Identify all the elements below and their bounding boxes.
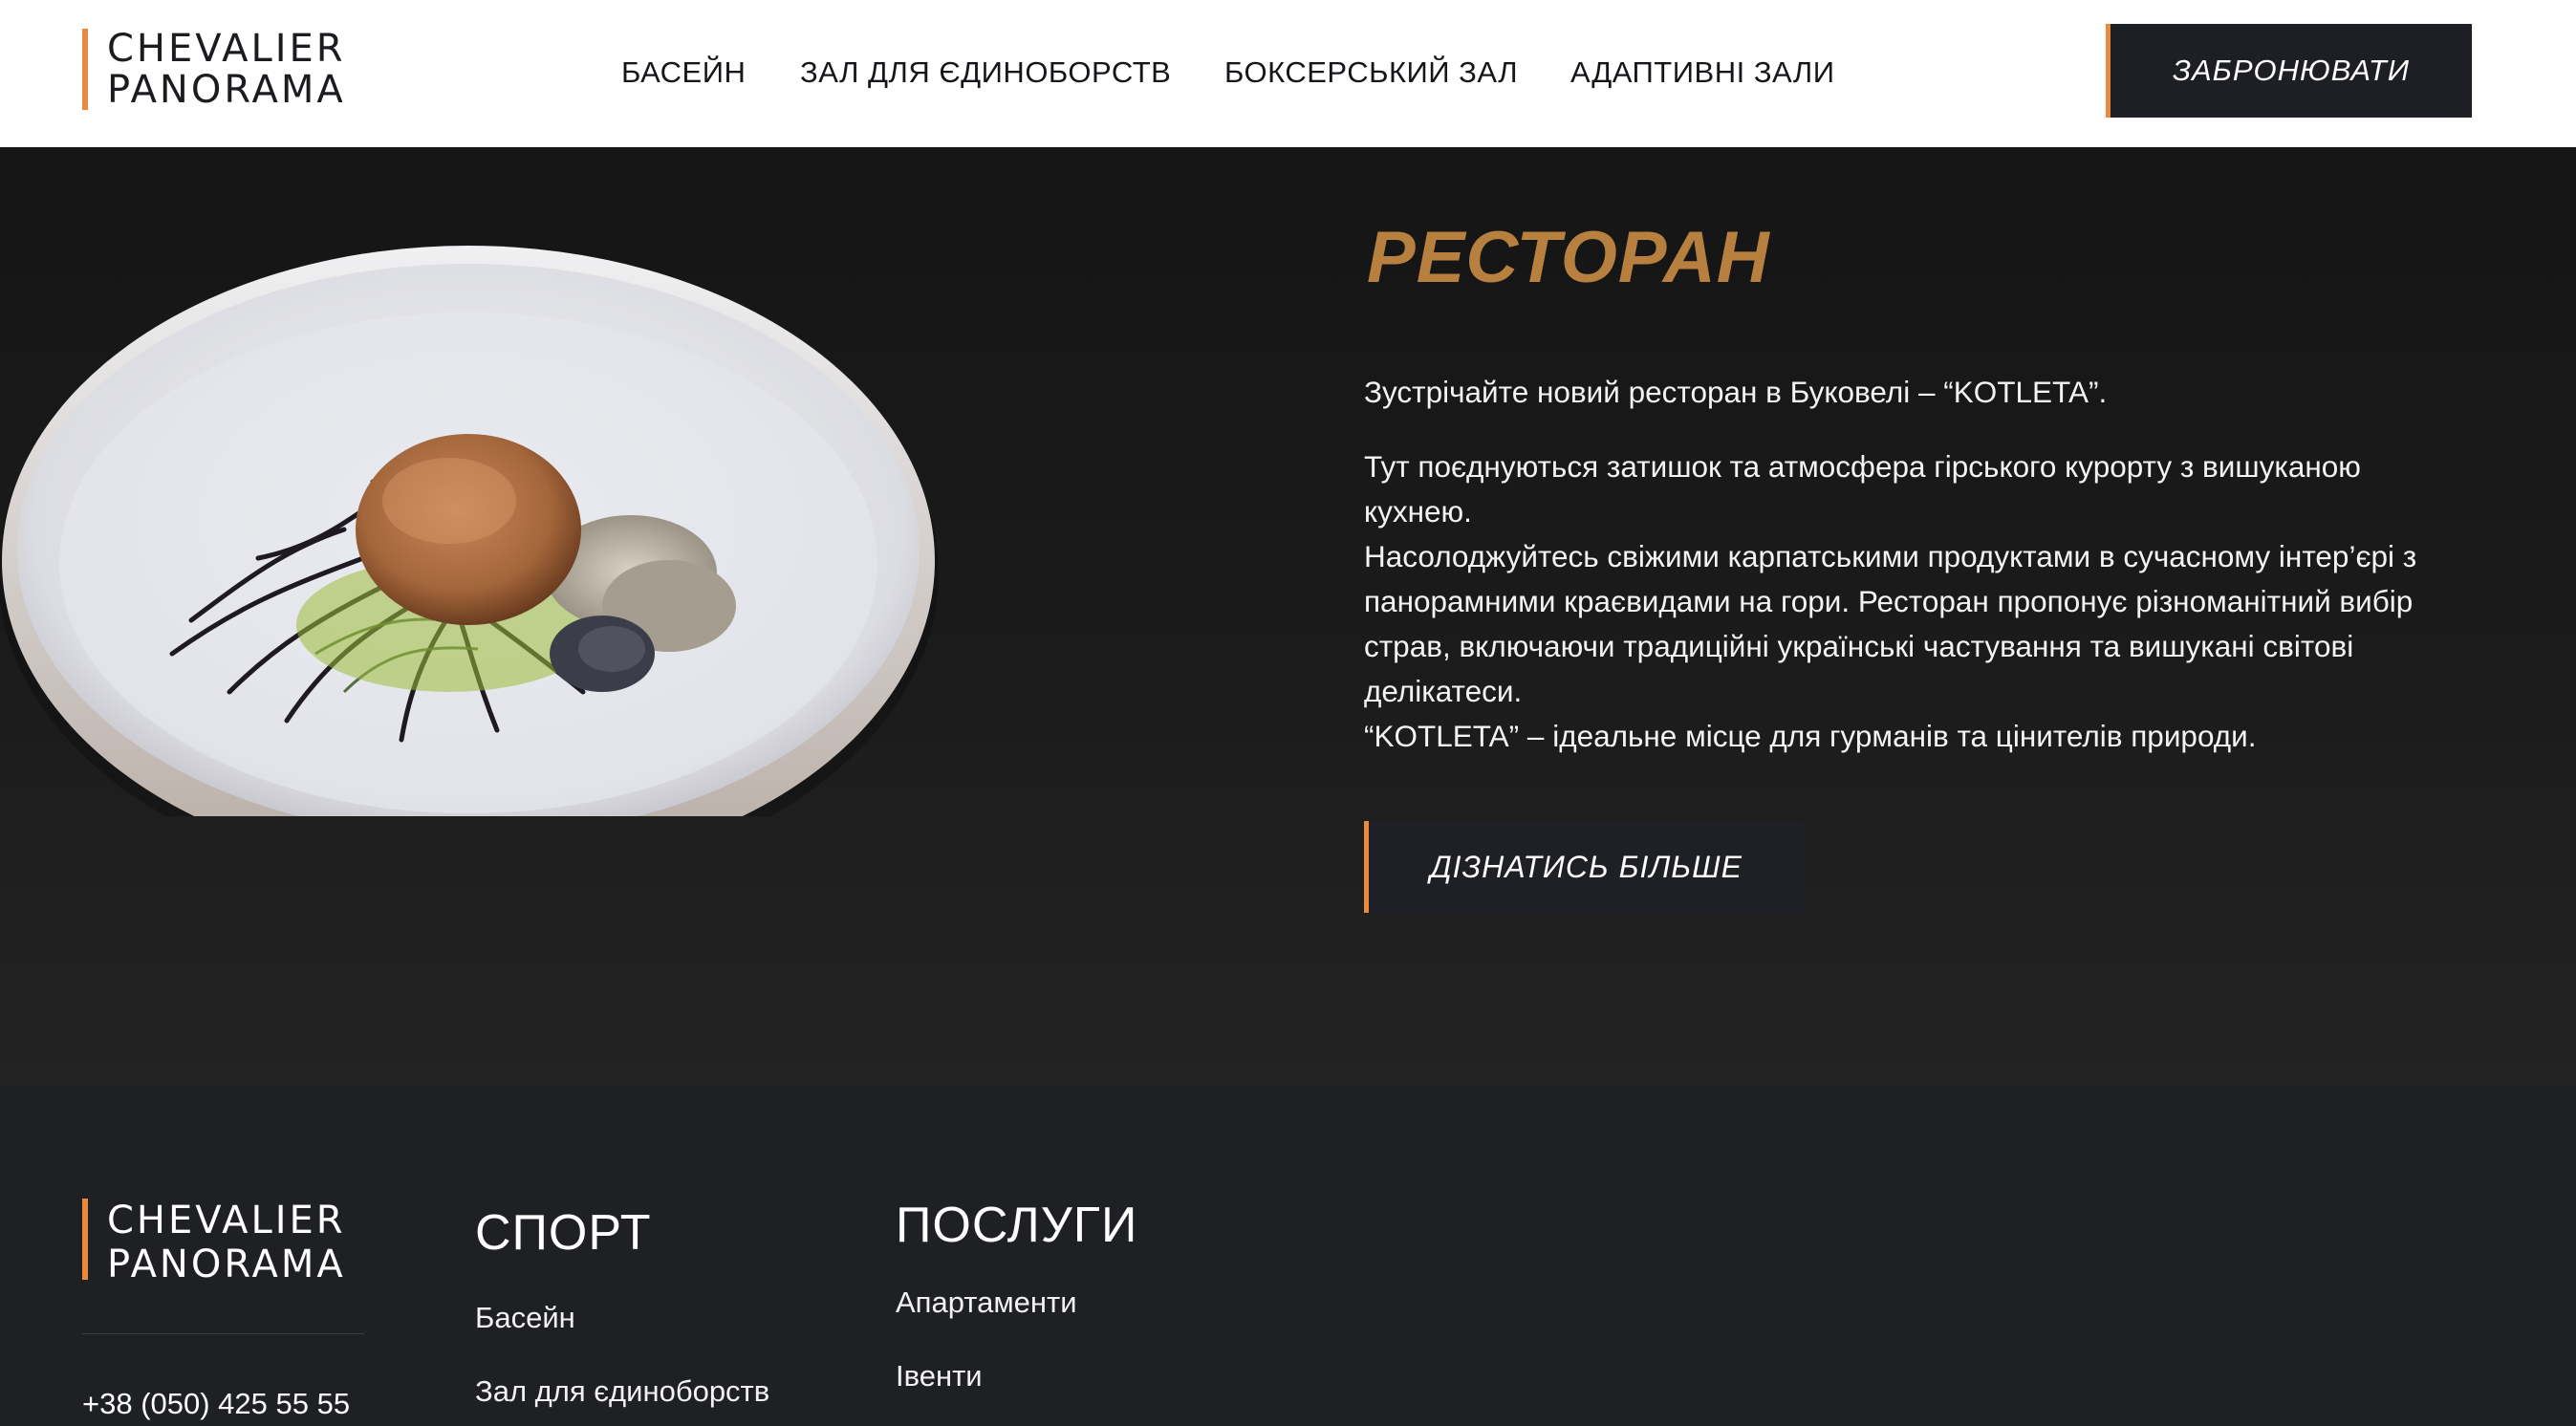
header-logo[interactable]: CHEVALIER PANORAMA bbox=[82, 27, 346, 112]
logo-line-1: CHEVALIER bbox=[107, 27, 346, 71]
dish-image bbox=[0, 246, 939, 816]
description-line: Тут поєднуються затишок та атмосфера гір… bbox=[1364, 449, 2361, 529]
section-description: Зустрічайте новий ресторан в Буковелі – … bbox=[1364, 370, 2454, 759]
footer-link-apartments[interactable]: Апартаменти bbox=[896, 1286, 1077, 1320]
intro-paragraph: Зустрічайте новий ресторан в Буковелі – … bbox=[1364, 375, 2108, 409]
footer-logo[interactable]: CHEVALIER PANORAMA bbox=[82, 1199, 346, 1286]
section-title: РЕСТОРАН bbox=[1367, 217, 1770, 298]
logo-line-2: PANORAMA bbox=[107, 68, 346, 112]
footer-logo-line-2: PANORAMA bbox=[107, 1242, 346, 1286]
footer-services-title: ПОСЛУГИ bbox=[896, 1198, 1138, 1253]
restaurant-section: РЕСТОРАН Зустрічайте новий ресторан в Бу… bbox=[0, 147, 2576, 1086]
footer-link-events[interactable]: Івенти bbox=[896, 1359, 983, 1394]
footer-logo-line-1: CHEVALIER bbox=[107, 1199, 346, 1242]
footer-divider bbox=[82, 1333, 364, 1334]
footer-phone-link[interactable]: +38 (050) 425 55 55 bbox=[82, 1387, 350, 1421]
footer-sport-title: СПОРТ bbox=[475, 1205, 652, 1261]
footer-link-martial-arts-hall[interactable]: Зал для єдиноборств bbox=[475, 1374, 769, 1409]
nav-item-adaptive-halls[interactable]: АДАПТИВНІ ЗАЛИ bbox=[1570, 52, 1835, 94]
description-line: “KOTLETA” – ідеальне місце для гурманів … bbox=[1364, 719, 2257, 753]
description-line: Насолоджуйтесь свіжими карпатськими прод… bbox=[1364, 539, 2417, 708]
site-footer: CHEVALIER PANORAMA +38 (050) 425 55 55 С… bbox=[0, 1086, 2576, 1426]
footer-link-pool[interactable]: Басейн bbox=[475, 1301, 575, 1335]
site-header: CHEVALIER PANORAMA БАСЕЙН ЗАЛ ДЛЯ ЄДИНОБ… bbox=[0, 0, 2576, 147]
nav-item-martial-arts-hall[interactable]: ЗАЛ ДЛЯ ЄДИНОБОРСТВ bbox=[800, 52, 1171, 94]
book-button[interactable]: ЗАБРОНЮВАТИ bbox=[2106, 24, 2472, 118]
nav-item-pool[interactable]: БАСЕЙН bbox=[621, 52, 746, 94]
nav-item-boxing-hall[interactable]: БОКСЕРСЬКИЙ ЗАЛ bbox=[1224, 52, 1518, 94]
learn-more-button[interactable]: ДІЗНАТИСЬ БІЛЬШЕ bbox=[1364, 821, 1804, 913]
